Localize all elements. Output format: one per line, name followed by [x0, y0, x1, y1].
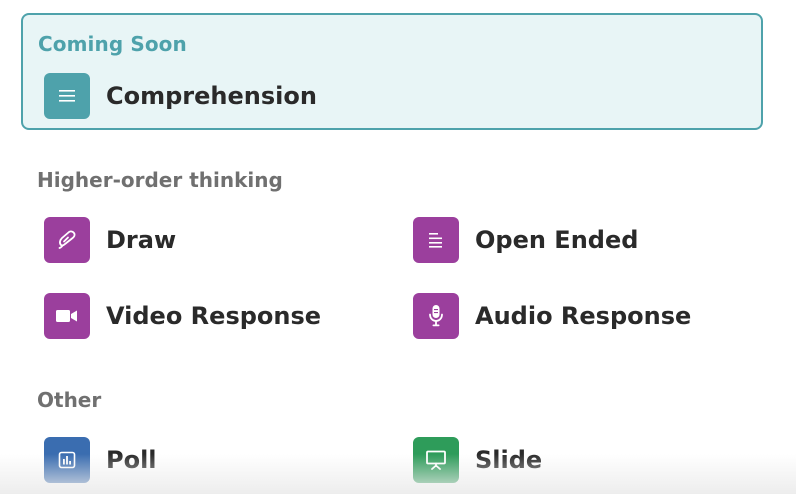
coming-soon-label: Coming Soon	[38, 32, 187, 56]
paintbrush-icon	[44, 217, 90, 263]
question-type-label: Video Response	[106, 302, 322, 330]
question-type-slide[interactable]: Slide	[413, 437, 542, 483]
align-lines-icon	[44, 73, 90, 119]
question-type-draw[interactable]: Draw	[44, 217, 176, 263]
question-type-poll[interactable]: Poll	[44, 437, 157, 483]
question-type-label: Slide	[475, 446, 543, 474]
video-camera-icon	[44, 293, 90, 339]
question-type-panel: Coming Soon Comprehension Higher-order t…	[0, 0, 796, 494]
presentation-board-icon	[413, 437, 459, 483]
microphone-icon	[413, 293, 459, 339]
question-type-label: Open Ended	[475, 226, 639, 254]
question-type-label: Comprehension	[106, 82, 317, 110]
question-type-comprehension[interactable]: Comprehension	[44, 73, 317, 119]
section-heading-higher-order: Higher-order thinking	[37, 168, 283, 192]
bar-chart-icon	[44, 437, 90, 483]
question-type-audio-response[interactable]: Audio Response	[413, 293, 691, 339]
text-lines-icon	[413, 217, 459, 263]
question-type-label: Draw	[106, 226, 177, 254]
question-type-open-ended[interactable]: Open Ended	[413, 217, 638, 263]
question-type-label: Audio Response	[475, 302, 692, 330]
question-type-label: Poll	[106, 446, 157, 474]
section-heading-other: Other	[37, 388, 102, 412]
question-type-video-response[interactable]: Video Response	[44, 293, 321, 339]
